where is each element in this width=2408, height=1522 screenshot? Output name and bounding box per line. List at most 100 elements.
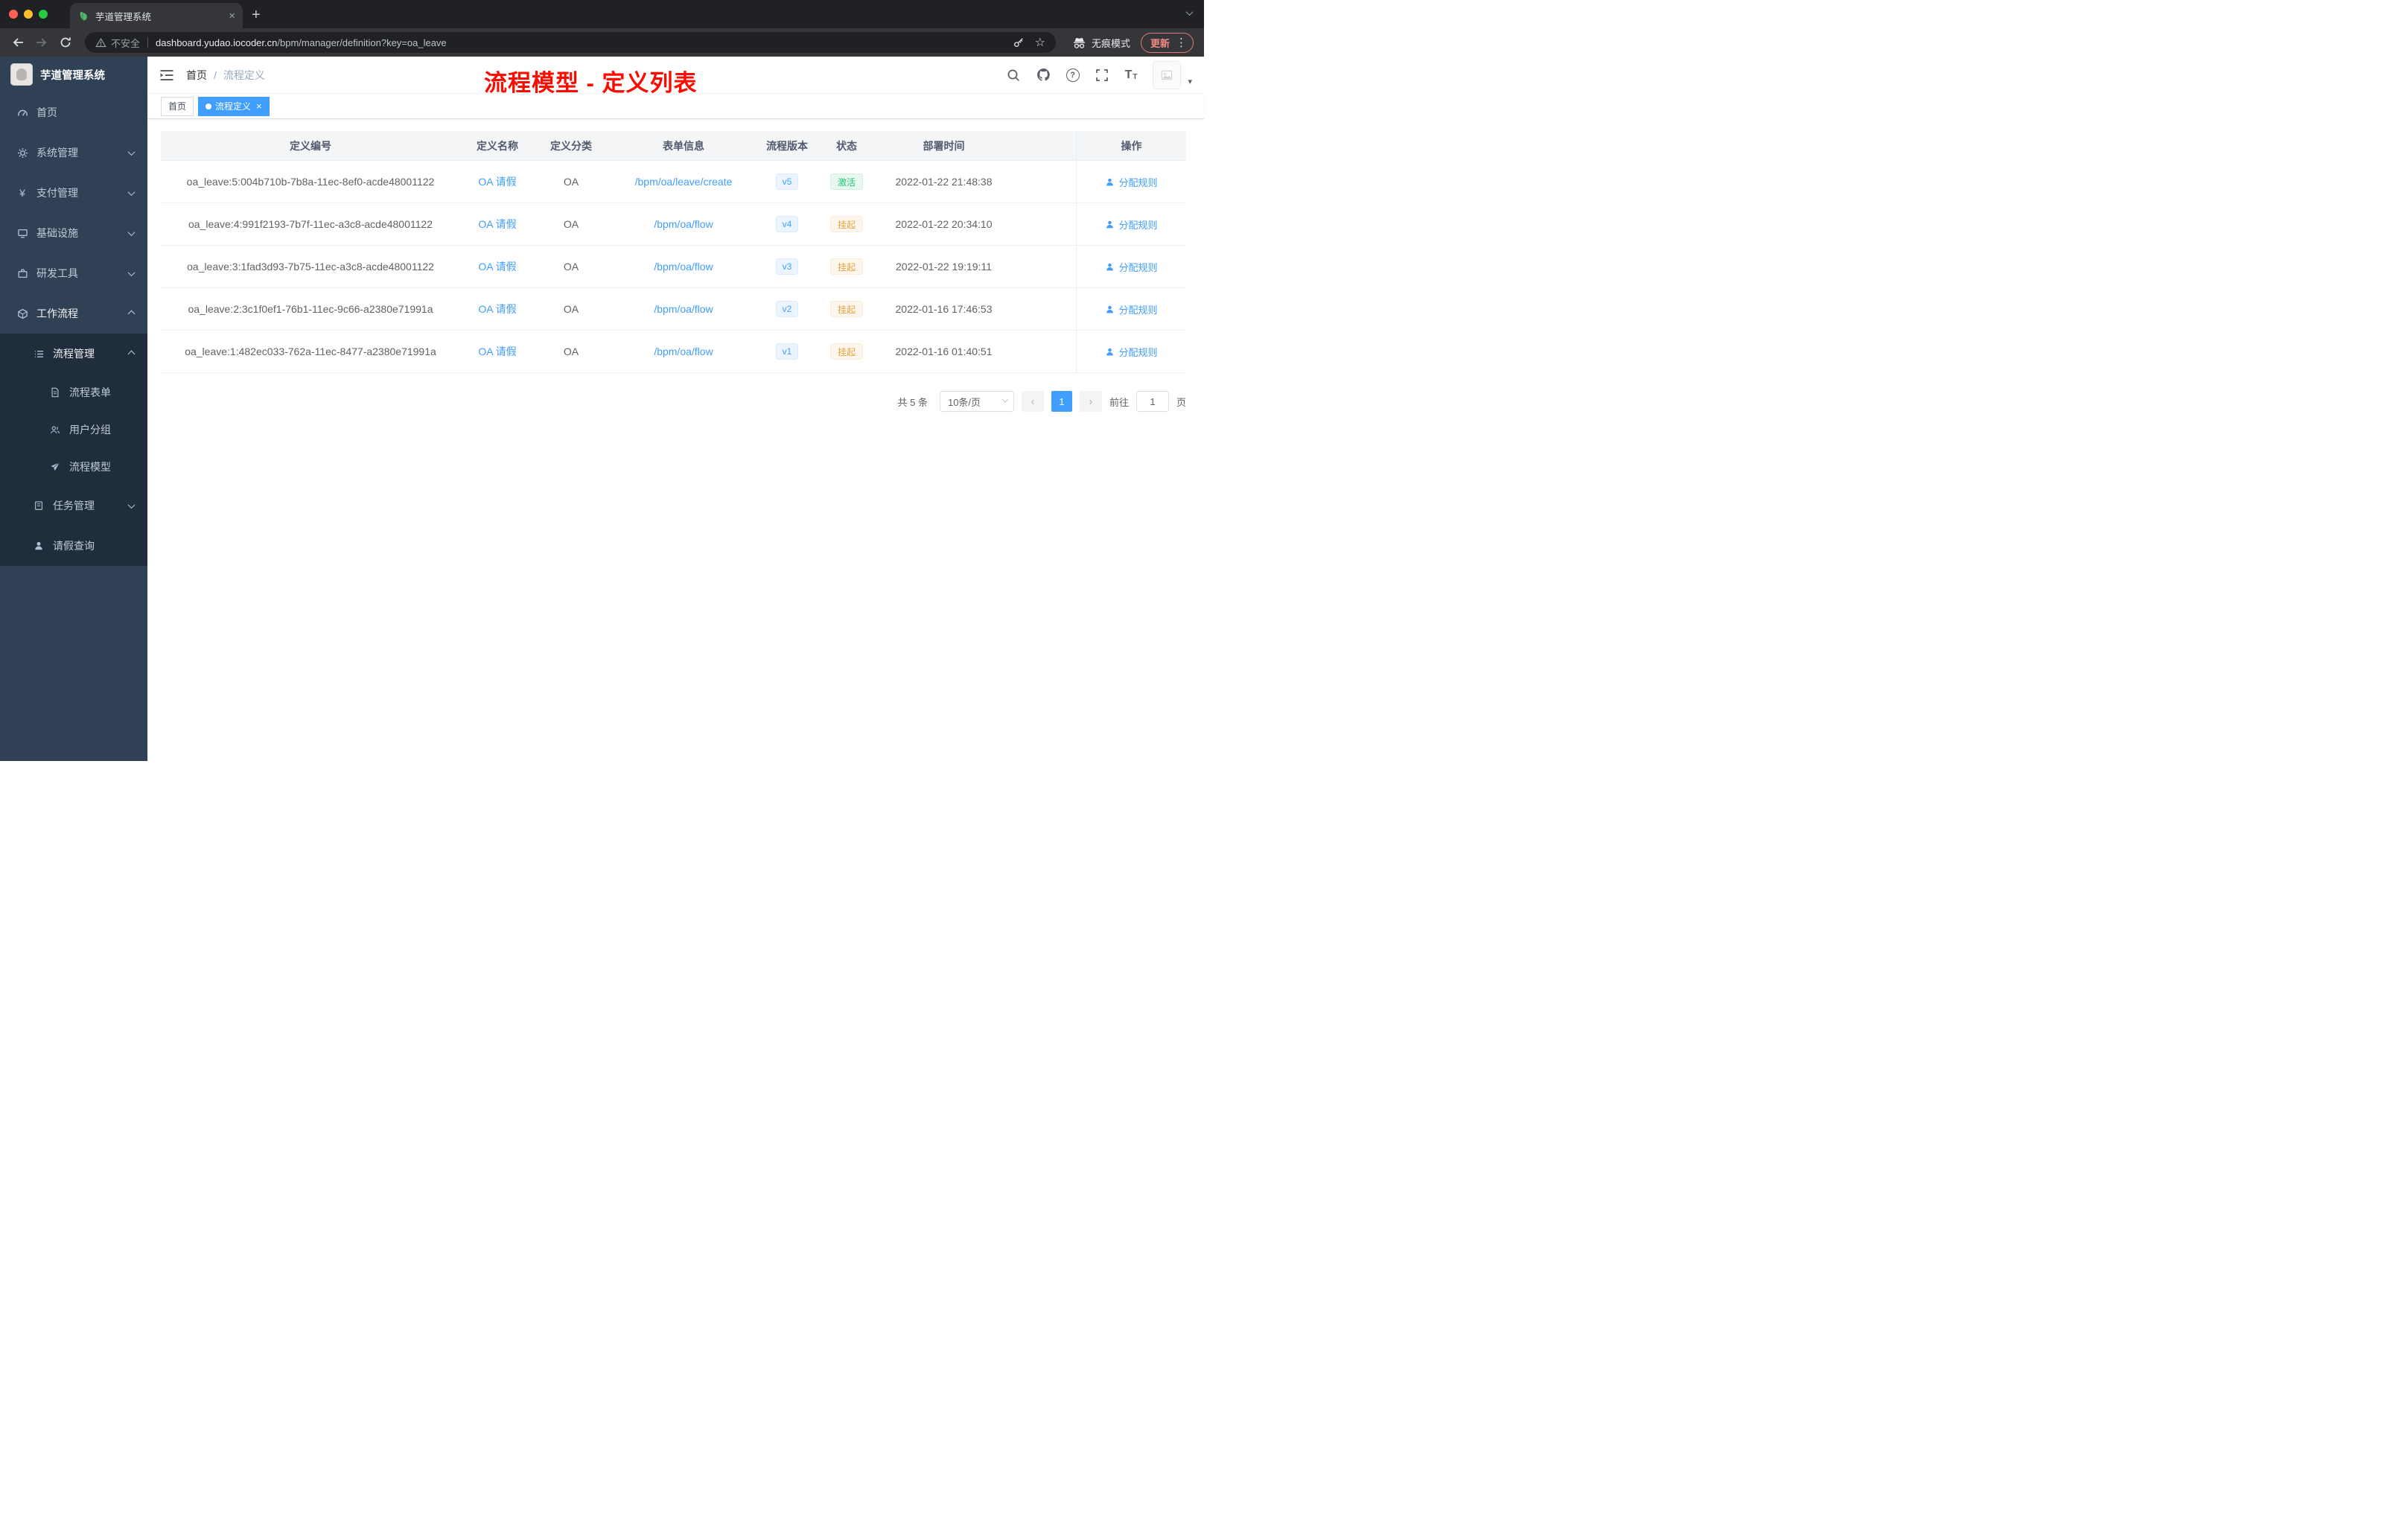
sidebar-item-user-group[interactable]: 用户分组 bbox=[0, 411, 147, 448]
fullscreen-icon[interactable] bbox=[1095, 68, 1109, 82]
new-tab-button[interactable]: + bbox=[252, 7, 261, 22]
tags-bar: 首页 流程定义 × bbox=[147, 94, 1204, 119]
version-badge: v4 bbox=[775, 216, 799, 232]
paper-plane-icon bbox=[49, 461, 61, 473]
window-close-button[interactable] bbox=[9, 10, 18, 19]
table-row: oa_leave:1:482ec033-762a-11ec-8477-a2380… bbox=[161, 331, 1186, 373]
list-icon bbox=[33, 348, 45, 360]
update-button[interactable]: 更新 ⋮ bbox=[1140, 32, 1194, 53]
definition-name-link[interactable]: OA 请假 bbox=[478, 344, 516, 359]
assign-rule-label: 分配规则 bbox=[1118, 304, 1158, 316]
monitor-icon bbox=[16, 227, 28, 239]
chevron-up-icon bbox=[127, 310, 136, 317]
avatar[interactable] bbox=[1153, 60, 1182, 89]
assign-rule-button[interactable]: 分配规则 bbox=[1105, 217, 1158, 232]
definition-category: OA bbox=[535, 203, 608, 246]
definition-name-link[interactable]: OA 请假 bbox=[478, 259, 516, 274]
pagination: 共 5 条 10条/页 ‹ 1 › 前往 页 bbox=[161, 391, 1186, 412]
tag-process-definition[interactable]: 流程定义 × bbox=[198, 96, 270, 116]
table-header-row: 定义编号 定义名称 定义分类 表单信息 流程版本 状态 部署时间 操作 bbox=[161, 131, 1186, 161]
goto-page-input[interactable] bbox=[1135, 391, 1169, 412]
window-zoom-button[interactable] bbox=[39, 10, 48, 19]
col-header-definition-id: 定义编号 bbox=[161, 131, 460, 161]
browser-tab[interactable]: 芋道管理系统 × bbox=[70, 3, 243, 28]
version-badge: v1 bbox=[775, 343, 799, 360]
definitions-table: 定义编号 定义名称 定义分类 表单信息 流程版本 状态 部署时间 操作 oa_l… bbox=[161, 131, 1186, 373]
reload-button[interactable] bbox=[55, 32, 76, 53]
status-badge: 挂起 bbox=[829, 258, 863, 275]
breadcrumb-home[interactable]: 首页 bbox=[186, 68, 207, 83]
definition-id: oa_leave:4:991f2193-7b7f-11ec-a3c8-acde4… bbox=[161, 203, 460, 246]
sidebar-item-home[interactable]: 首页 bbox=[0, 92, 147, 133]
forward-button[interactable] bbox=[31, 32, 52, 53]
col-header-actions: 操作 bbox=[1076, 131, 1186, 161]
sidebar-item-payment-mgmt[interactable]: ¥ 支付管理 bbox=[0, 173, 147, 213]
sidebar-item-label: 流程表单 bbox=[69, 386, 111, 398]
bookmark-star-icon[interactable]: ☆ bbox=[1035, 35, 1045, 50]
status-badge: 挂起 bbox=[829, 301, 863, 317]
form-link[interactable]: /bpm/oa/flow bbox=[654, 261, 713, 273]
assign-rule-button[interactable]: 分配规则 bbox=[1105, 175, 1158, 189]
sidebar-item-process-model[interactable]: 流程模型 bbox=[0, 448, 147, 485]
filler-cell bbox=[1009, 288, 1076, 331]
col-header-definition-category: 定义分类 bbox=[535, 131, 608, 161]
sidebar-item-label: 研发工具 bbox=[36, 267, 78, 279]
brand-title: 芋道管理系统 bbox=[40, 69, 105, 82]
sidebar-item-workflow[interactable]: 工作流程 bbox=[0, 293, 147, 334]
window-minimize-button[interactable] bbox=[24, 10, 33, 19]
app: 芋道管理系统 首页 系统管理 ¥ 支付管理 基础设施 研发工具 工作流程 流程管… bbox=[0, 57, 1204, 761]
tag-close-icon[interactable]: × bbox=[256, 101, 262, 111]
browser-tabstrip: 芋道管理系统 × + bbox=[0, 0, 1204, 28]
font-size-icon[interactable]: TT bbox=[1125, 69, 1138, 81]
form-link[interactable]: /bpm/oa/flow bbox=[654, 218, 713, 230]
sidebar-item-process-form[interactable]: 流程表单 bbox=[0, 374, 147, 411]
gear-icon bbox=[16, 147, 28, 159]
page-1-button[interactable]: 1 bbox=[1051, 391, 1072, 412]
next-page-button[interactable]: › bbox=[1079, 391, 1102, 412]
form-link[interactable]: /bpm/oa/flow bbox=[654, 303, 713, 315]
assign-rule-button[interactable]: 分配规则 bbox=[1105, 302, 1158, 316]
url-separator bbox=[147, 37, 149, 48]
menu-dots-icon[interactable]: ⋮ bbox=[1176, 36, 1187, 49]
status-badge: 挂起 bbox=[829, 343, 863, 360]
sidebar-item-leave-query[interactable]: 请假查询 bbox=[0, 526, 147, 566]
sidebar-item-system-mgmt[interactable]: 系统管理 bbox=[0, 133, 147, 173]
address-bar[interactable]: 不安全 dashboard.yudao.iocoder.cn/bpm/manag… bbox=[85, 32, 1056, 53]
password-key-icon[interactable] bbox=[1013, 36, 1025, 48]
sidebar: 芋道管理系统 首页 系统管理 ¥ 支付管理 基础设施 研发工具 工作流程 流程管… bbox=[0, 57, 147, 761]
help-icon[interactable]: ? bbox=[1066, 68, 1080, 82]
search-icon[interactable] bbox=[1007, 68, 1021, 82]
assign-rule-button[interactable]: 分配规则 bbox=[1105, 345, 1158, 359]
assign-rule-button[interactable]: 分配规则 bbox=[1105, 260, 1158, 274]
back-button[interactable] bbox=[7, 32, 28, 53]
definition-id: oa_leave:1:482ec033-762a-11ec-8477-a2380… bbox=[161, 331, 460, 373]
definition-name-link[interactable]: OA 请假 bbox=[478, 217, 516, 232]
sidebar-item-label: 任务管理 bbox=[53, 500, 95, 512]
sidebar-item-dev-tools[interactable]: 研发工具 bbox=[0, 253, 147, 293]
col-header-filler bbox=[1009, 131, 1076, 161]
sidebar-item-infrastructure[interactable]: 基础设施 bbox=[0, 213, 147, 253]
tag-label: 首页 bbox=[168, 101, 187, 112]
brand[interactable]: 芋道管理系统 bbox=[0, 57, 147, 92]
definition-id: oa_leave:3:1fad3d93-7b75-11ec-a3c8-acde4… bbox=[161, 246, 460, 288]
tab-search-caret-icon[interactable] bbox=[1185, 6, 1194, 19]
github-icon[interactable] bbox=[1036, 68, 1051, 82]
sidebar-item-process-mgmt[interactable]: 流程管理 bbox=[0, 334, 147, 374]
not-secure-label: 不安全 bbox=[111, 37, 141, 49]
navbar-actions: ? TT ▾ bbox=[1007, 60, 1192, 89]
hamburger-icon[interactable] bbox=[159, 69, 174, 82]
tab-close-icon[interactable]: × bbox=[229, 10, 235, 22]
avatar-caret-down-icon[interactable]: ▾ bbox=[1188, 77, 1192, 86]
sidebar-item-label: 请假查询 bbox=[53, 540, 95, 552]
definition-name-link[interactable]: OA 请假 bbox=[478, 174, 516, 189]
form-link[interactable]: /bpm/oa/flow bbox=[654, 346, 713, 357]
chevron-up-icon bbox=[127, 350, 136, 357]
col-header-definition-name: 定义名称 bbox=[460, 131, 535, 161]
definition-name-link[interactable]: OA 请假 bbox=[478, 302, 516, 316]
sidebar-item-task-mgmt[interactable]: 任务管理 bbox=[0, 485, 147, 526]
user-icon bbox=[1105, 262, 1115, 272]
tag-home[interactable]: 首页 bbox=[161, 96, 194, 116]
prev-page-button[interactable]: ‹ bbox=[1021, 391, 1044, 412]
form-link[interactable]: /bpm/oa/leave/create bbox=[635, 176, 733, 188]
page-size-select[interactable]: 10条/页 bbox=[939, 391, 1014, 412]
